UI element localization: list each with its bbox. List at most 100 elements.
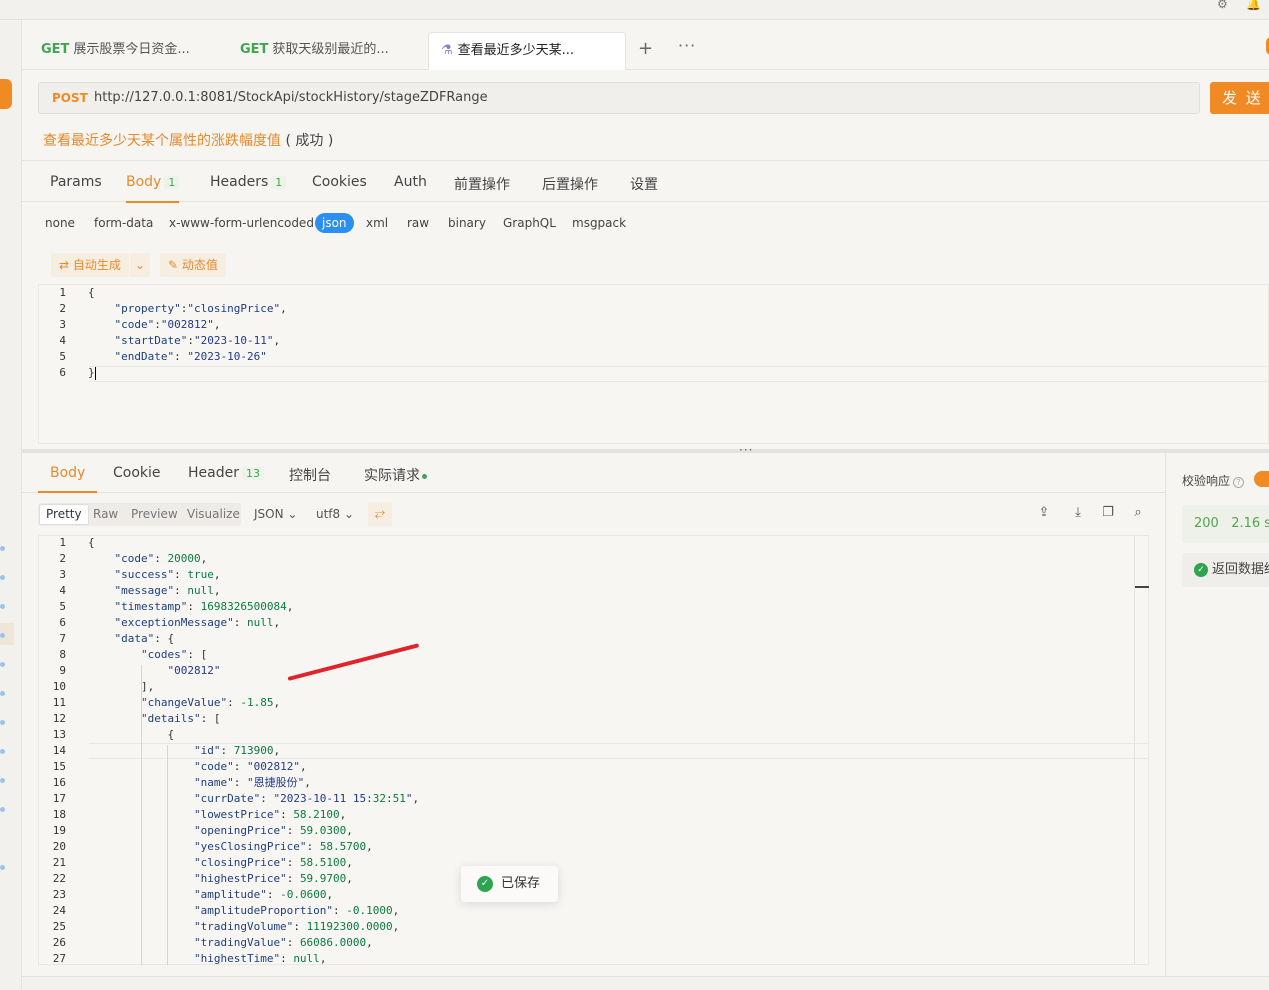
tab-post-ops[interactable]: 后置操作	[542, 174, 598, 194]
body-type-form-data[interactable]: form-data	[94, 216, 153, 230]
add-tab-icon[interactable]: +	[638, 38, 653, 59]
send-button[interactable]: 发 送	[1210, 82, 1269, 114]
dynamic-value-button[interactable]: ✎ 动态值	[160, 253, 226, 277]
body-type-json[interactable]: json	[315, 213, 354, 233]
tree-dot	[0, 604, 5, 609]
tab-params[interactable]: Params	[50, 174, 102, 190]
code-line: "code": "002812",	[193, 760, 307, 773]
body-type-raw[interactable]: raw	[407, 216, 429, 230]
url-bar[interactable]: POST http://127.0.0.1:8081/StockApi/stoc…	[38, 82, 1200, 114]
code-line: "code":"002812",	[114, 318, 221, 331]
tree-dot	[0, 546, 5, 551]
current-line-highlight	[89, 366, 1269, 382]
line-number: 6	[59, 616, 66, 629]
help-icon[interactable]: ?	[1233, 477, 1245, 488]
tab-day-level[interactable]: GET 获取天级别最近的...	[228, 32, 401, 70]
line-number: 2	[59, 302, 66, 315]
code-line: {	[88, 728, 175, 741]
sidebar-collapse-handle[interactable]	[0, 79, 12, 109]
line-number: 16	[52, 776, 66, 789]
body-type-urlencoded[interactable]: x-www-form-urlencoded	[169, 216, 314, 230]
line-number: 17	[52, 792, 66, 805]
code-line: "002812"	[167, 664, 221, 677]
body-type-msgpack[interactable]: msgpack	[572, 216, 626, 230]
body-type-graphql[interactable]: GraphQL	[503, 216, 556, 230]
view-raw[interactable]: Raw	[93, 507, 118, 521]
tab-auth[interactable]: Auth	[394, 174, 427, 190]
tab-headers[interactable]: Headers 1	[210, 174, 287, 190]
code-line: "success": true,	[114, 568, 221, 581]
status-bar	[22, 976, 1269, 990]
code-line: "name": "恩捷股份",	[193, 776, 311, 789]
tree-dot	[0, 778, 5, 783]
body-type-none[interactable]: none	[45, 216, 75, 230]
view-pretty[interactable]: Pretty	[39, 504, 89, 525]
tree-dot	[0, 691, 5, 696]
code-line: "code": 20000,	[114, 552, 208, 565]
bell-icon[interactable]: 🔔	[1246, 0, 1261, 10]
line-number: 2	[59, 552, 66, 565]
chevron-down-icon: ⌄	[344, 507, 355, 521]
search-icon[interactable]: ⌕	[1131, 506, 1145, 520]
auto-generate-dropdown[interactable]: ⌄	[130, 253, 151, 277]
auto-generate-button[interactable]: ⇄ 自动生成	[51, 253, 129, 277]
code-line: "amplitude": -0.0600,	[193, 888, 334, 901]
check-circle-icon: ✓	[1194, 563, 1208, 577]
tab-cookies[interactable]: Cookies	[312, 174, 367, 190]
body-type-binary[interactable]: binary	[448, 216, 486, 230]
saved-toast: ✓ 已保存	[461, 866, 558, 902]
tab-actual-request[interactable]: 实际请求	[364, 465, 427, 485]
assertion-toggle[interactable]	[1254, 471, 1269, 487]
title-bar: ⚙ 🔔	[0, 0, 1269, 20]
tab-response-header[interactable]: Header 13	[188, 465, 264, 481]
wrap-lines-icon[interactable]: ⥂	[368, 502, 392, 526]
tab-stage-range[interactable]: ⚗ 查看最近多少天某...	[428, 32, 626, 70]
assertion-result[interactable]: ✓ 返回数据结构	[1182, 553, 1269, 587]
code-line: "changeValue": -1.85,	[140, 696, 281, 709]
code-line: "lowestPrice": 58.2100,	[193, 808, 347, 821]
response-scrollbar[interactable]	[1134, 536, 1149, 964]
code-line: "openingPrice": 59.0300,	[193, 824, 353, 837]
api-name-link[interactable]: 查看最近多少天某个属性的涨跌幅度值	[43, 133, 281, 149]
method-select[interactable]: POST	[52, 91, 88, 105]
tab-body[interactable]: Body 1	[126, 174, 180, 203]
url-input[interactable]: http://127.0.0.1:8081/StockApi/stockHist…	[94, 90, 488, 105]
tab-pre-ops[interactable]: 前置操作	[454, 174, 510, 194]
code-line: ],	[88, 680, 155, 693]
view-visualize[interactable]: Visualize	[187, 507, 240, 521]
code-line: "closingPrice": 58.5100,	[193, 856, 353, 869]
view-mode-segment: Pretty Raw Preview Visualize	[38, 503, 241, 526]
download-icon[interactable]: ⤓	[1071, 506, 1085, 520]
code-line: "startDate":"2023-10-11",	[114, 334, 281, 347]
settings-icon[interactable]: ⚙	[1217, 0, 1231, 10]
status-dot-icon	[422, 473, 427, 479]
encoding-select[interactable]: utf8 ⌄	[316, 507, 354, 521]
assertion-panel: 校验响应? 200 2.16 s ✓ 返回数据结构	[1165, 453, 1269, 990]
more-tabs-icon[interactable]: ···	[678, 36, 696, 55]
response-tabs: Body Cookie Header 13 控制台 实际请求	[22, 453, 1165, 493]
code-line: {	[88, 536, 95, 549]
line-number: 4	[59, 334, 66, 347]
view-preview[interactable]: Preview	[131, 507, 178, 521]
tab-console[interactable]: 控制台	[289, 465, 331, 485]
chevron-down-icon: ⌄	[287, 507, 298, 521]
tab-settings[interactable]: 设置	[630, 174, 658, 194]
code-line: "message": null,	[114, 584, 221, 597]
line-number: 27	[52, 952, 66, 965]
format-select[interactable]: JSON ⌄	[254, 507, 297, 521]
tab-response-body[interactable]: Body	[37, 465, 98, 493]
code-line: "currDate": "2023-10-11 15:32:51",	[193, 792, 420, 805]
line-number: 5	[59, 600, 66, 613]
line-number: 8	[59, 648, 66, 661]
body-type-xml[interactable]: xml	[366, 216, 388, 230]
tree-dot	[0, 720, 5, 725]
tab-response-cookie[interactable]: Cookie	[113, 465, 161, 481]
code-line: "amplitudeProportion": -0.1000,	[193, 904, 400, 917]
chevron-down-icon: ⌄	[135, 258, 146, 272]
request-icon: ⚗	[441, 43, 453, 58]
tab-stock-funds[interactable]: GET 展示股票今日资金...	[29, 32, 202, 70]
export-icon[interactable]: ⇪	[1037, 506, 1051, 520]
line-number: 7	[59, 632, 66, 645]
response-time: 2.16 s	[1231, 516, 1269, 531]
copy-icon[interactable]: ❐	[1101, 506, 1115, 520]
